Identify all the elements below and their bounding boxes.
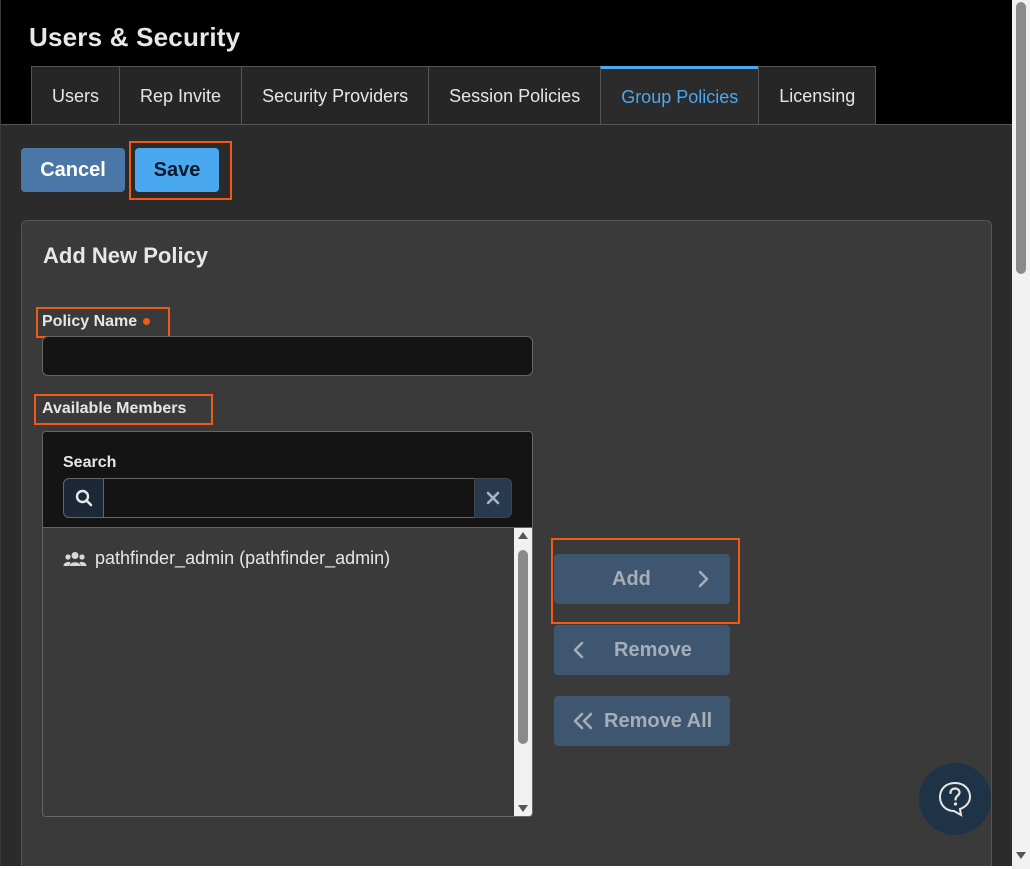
scroll-up-icon[interactable] (518, 532, 528, 539)
search-icon (63, 478, 104, 518)
users-group-icon (63, 550, 87, 568)
members-list: pathfinder_admin (pathfinder_admin) (43, 528, 532, 816)
scroll-thumb[interactable] (518, 550, 528, 744)
tab-licensing[interactable]: Licensing (758, 66, 877, 125)
policy-name-label: Policy Name (42, 313, 151, 331)
scroll-down-icon[interactable] (518, 805, 528, 812)
help-question-icon (938, 781, 972, 817)
remove-all-label: Remove All (604, 709, 713, 732)
tab-bar: Users Rep Invite Security Providers Sess… (31, 66, 877, 125)
chevron-right-icon (698, 570, 709, 588)
list-item[interactable]: pathfinder_admin (pathfinder_admin) (63, 548, 390, 569)
page-title: Users & Security (29, 22, 241, 52)
remove-label: Remove (614, 638, 692, 661)
page-scrollbar[interactable] (1012, 0, 1030, 869)
app-window: Users & Security Users Rep Invite Securi… (0, 0, 1012, 866)
panel-title: Add New Policy (43, 243, 209, 268)
header-divider (1, 124, 1012, 125)
add-policy-panel: Add New Policy Policy Name Available Mem… (21, 220, 992, 866)
page-scroll-down-icon[interactable] (1016, 852, 1026, 859)
search-area: Search (43, 432, 532, 528)
available-members-label: Available Members (42, 400, 187, 417)
remove-all-button[interactable]: Remove All (554, 696, 730, 746)
tab-security-providers[interactable]: Security Providers (241, 66, 430, 125)
double-chevron-left-icon (573, 712, 593, 730)
header: Users & Security Users Rep Invite Securi… (1, 0, 1012, 125)
remove-button[interactable]: Remove (554, 625, 730, 675)
close-icon (486, 491, 500, 505)
required-indicator (143, 318, 151, 326)
search-label: Search (63, 454, 117, 471)
policy-name-label-text: Policy Name (42, 313, 138, 330)
save-button[interactable]: Save (135, 148, 219, 192)
cancel-button[interactable]: Cancel (21, 148, 125, 192)
available-members-list: Search pathfinder_admin (pathfinder_admi… (42, 431, 533, 817)
add-label: Add (612, 567, 651, 590)
search-row (63, 478, 512, 518)
tab-users[interactable]: Users (31, 66, 121, 125)
add-button[interactable]: Add (554, 554, 730, 604)
clear-search-button[interactable] (474, 478, 512, 518)
page-scroll-thumb[interactable] (1016, 2, 1026, 274)
members-scrollbar[interactable] (514, 528, 532, 816)
tab-rep-invite[interactable]: Rep Invite (119, 66, 243, 125)
search-input[interactable] (103, 478, 475, 518)
member-label: pathfinder_admin (pathfinder_admin) (95, 548, 391, 568)
chevron-left-icon (573, 641, 584, 659)
policy-name-field[interactable] (42, 336, 533, 376)
tab-session-policies[interactable]: Session Policies (428, 66, 602, 125)
tab-group-policies[interactable]: Group Policies (600, 66, 760, 125)
help-button[interactable] (919, 763, 991, 835)
